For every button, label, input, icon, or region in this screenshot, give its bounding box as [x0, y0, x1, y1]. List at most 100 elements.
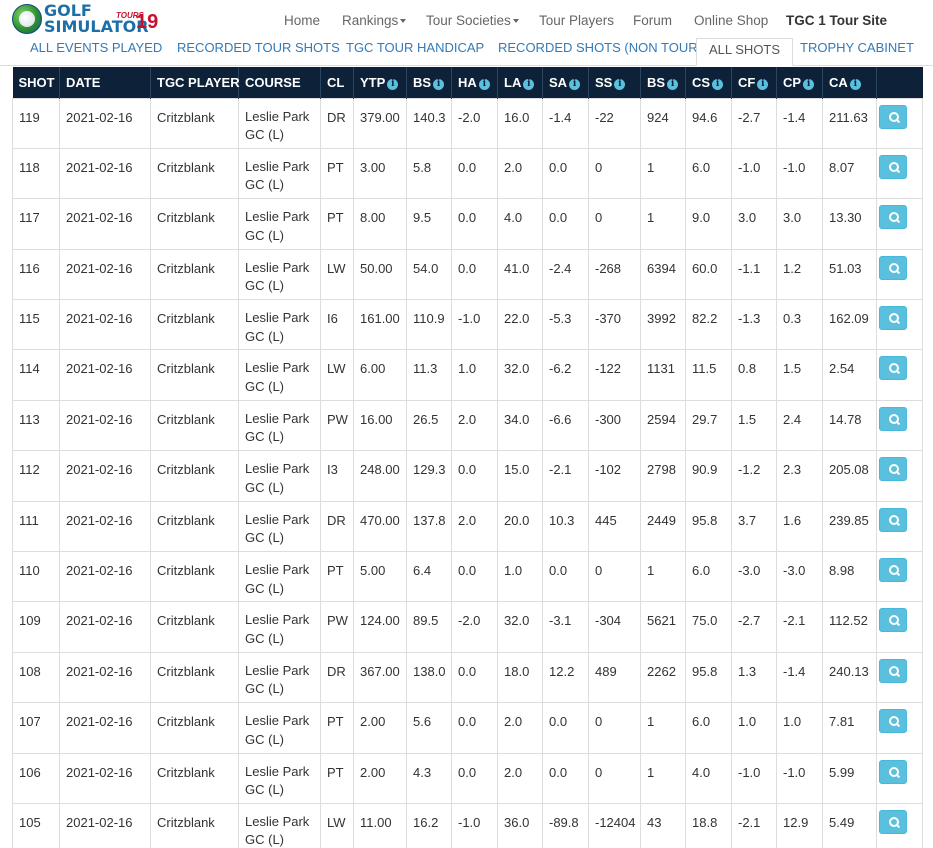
cell-course: Leslie Park GC (L) [238, 651, 321, 704]
cell-ss: 0 [588, 752, 641, 804]
info-icon[interactable]: i [433, 78, 445, 90]
cell-ytp: 2.00 [353, 702, 407, 754]
cell-ca: 162.09 [822, 299, 877, 351]
cell-course-line2: GC (L) [245, 580, 284, 596]
col-header-la-label: LA [504, 74, 522, 90]
col-header-sa: SA i [542, 67, 589, 98]
cell-cf: 1.3 [731, 651, 777, 704]
info-icon[interactable]: i [849, 78, 861, 90]
cell-shot: 116 [12, 248, 60, 301]
tab-recorded-shots-non-tour[interactable]: RECORDED SHOTS (NON TOUR) [498, 38, 702, 66]
cell-course: Leslie Park GC (L) [238, 500, 321, 553]
info-icon[interactable]: i [712, 78, 724, 90]
cell-club: PT [320, 702, 354, 754]
cell-ca: 112.52 [822, 601, 877, 653]
cell-cf: 0.8 [731, 349, 777, 401]
cell-course-line2: GC (L) [245, 278, 284, 294]
cell-player: Critzblank [150, 349, 239, 401]
tab-all-events-played[interactable]: ALL EVENTS PLAYED [30, 38, 162, 66]
info-icon[interactable]: i [569, 78, 581, 90]
cell-course: Leslie Park GC (L) [238, 198, 321, 250]
view-shot-button[interactable] [879, 759, 907, 784]
view-shot-button[interactable] [879, 205, 907, 230]
cell-bs: 140.3 [406, 97, 452, 149]
nav-tour-societies-label: Tour Societies [426, 13, 511, 28]
info-icon[interactable]: i [757, 78, 769, 90]
view-shot-button[interactable] [879, 507, 907, 532]
cell-bs2: 43 [640, 802, 686, 848]
cell-course-line1: Leslie Park [245, 461, 310, 477]
cell-ha: -2.0 [451, 601, 498, 653]
cell-cp: 1.2 [776, 248, 823, 301]
col-header-ca: CA i [822, 67, 877, 98]
view-shot-button[interactable] [879, 809, 907, 834]
view-shot-button[interactable] [879, 104, 907, 129]
cell-ha: 0.0 [451, 651, 498, 704]
nav-forum[interactable]: Forum [633, 13, 672, 28]
col-header-ss-label: SS [595, 74, 613, 90]
cell-cf: -2.7 [731, 601, 777, 653]
view-shot-button[interactable] [879, 709, 907, 734]
cell-cs: 95.8 [685, 651, 732, 704]
table-header-row: SHOT DATE TGC PLAYER COURSE CL YTP i BS i … [12, 67, 923, 98]
view-shot-button[interactable] [879, 255, 907, 280]
info-icon[interactable]: i [523, 78, 535, 90]
view-shot-button[interactable] [879, 457, 907, 482]
tab-trophy-cabinet[interactable]: TROPHY CABINET [800, 38, 914, 66]
nav-online-shop[interactable]: Online Shop [694, 13, 768, 28]
cell-course-line1: Leslie Park [245, 209, 310, 225]
info-icon[interactable]: i [387, 78, 399, 90]
info-icon[interactable]: i [667, 78, 679, 90]
nav-tour-societies[interactable]: Tour Societies [426, 13, 519, 28]
cell-ca: 7.81 [822, 702, 877, 754]
cell-ca: 51.03 [822, 248, 877, 301]
cell-ha: 2.0 [451, 500, 498, 553]
col-header-bs-label: BS [413, 74, 432, 90]
tab-all-shots[interactable]: ALL SHOTS [696, 38, 794, 66]
nav-tgc-tour-site[interactable]: TGC 1 Tour Site [786, 13, 887, 28]
nav-rankings[interactable]: Rankings [342, 13, 407, 28]
cell-cp: -1.4 [776, 97, 823, 149]
info-icon[interactable]: i [803, 78, 815, 90]
table-row: 114 2021-02-16 Critzblank Leslie Park GC (L)… [12, 349, 923, 401]
cell-club: DR [320, 500, 354, 553]
tab-recorded-tour-shots[interactable]: RECORDED TOUR SHOTS [177, 38, 340, 66]
cell-course: Leslie Park GC (L) [238, 147, 321, 200]
info-icon[interactable]: i [478, 78, 490, 90]
info-icon[interactable]: i [614, 78, 626, 90]
col-header-cp: CP i [776, 67, 823, 98]
cell-action [876, 551, 923, 603]
cell-la: 20.0 [497, 500, 543, 553]
view-shot-button[interactable] [879, 154, 907, 179]
tab-tgc-tour-handicap[interactable]: TGC TOUR HANDICAP [346, 38, 484, 66]
view-shot-button[interactable] [879, 306, 907, 331]
view-shot-button[interactable] [879, 558, 907, 583]
cell-ytp: 16.00 [353, 399, 407, 452]
cell-cs: 4.0 [685, 752, 732, 804]
view-shot-button[interactable] [879, 356, 907, 381]
nav-home[interactable]: Home [284, 13, 320, 28]
nav-tour-players[interactable]: Tour Players [539, 13, 614, 28]
col-header-date: DATE [59, 67, 151, 98]
view-shot-button[interactable] [879, 608, 907, 633]
cell-sa: -89.8 [542, 802, 589, 848]
cell-sa: 12.2 [542, 651, 589, 704]
cell-action [876, 248, 923, 301]
shots-table: SHOT DATE TGC PLAYER COURSE CL YTP i BS i … [12, 67, 923, 848]
cell-player: Critzblank [150, 97, 239, 149]
cell-bs: 89.5 [406, 601, 452, 653]
cell-ytp: 2.00 [353, 752, 407, 804]
cell-ss: 0 [588, 198, 641, 250]
table-row: 118 2021-02-16 Critzblank Leslie Park GC (L)… [12, 147, 923, 200]
profile-tabs: ALL EVENTS PLAYED RECORDED TOUR SHOTS TG… [0, 38, 933, 66]
cell-sa: 0.0 [542, 147, 589, 200]
cell-ca: 5.99 [822, 752, 877, 804]
cell-player: Critzblank [150, 651, 239, 704]
cell-bs: 110.9 [406, 299, 452, 351]
golf-simulator-logo[interactable]: GOLF SIMULATOR TOURS 19 [12, 3, 172, 37]
view-shot-button[interactable] [879, 406, 907, 431]
cell-ytp: 3.00 [353, 147, 407, 200]
view-shot-button[interactable] [879, 658, 907, 683]
col-header-ha: HA i [451, 67, 498, 98]
table-row: 109 2021-02-16 Critzblank Leslie Park GC (L)… [12, 601, 923, 653]
